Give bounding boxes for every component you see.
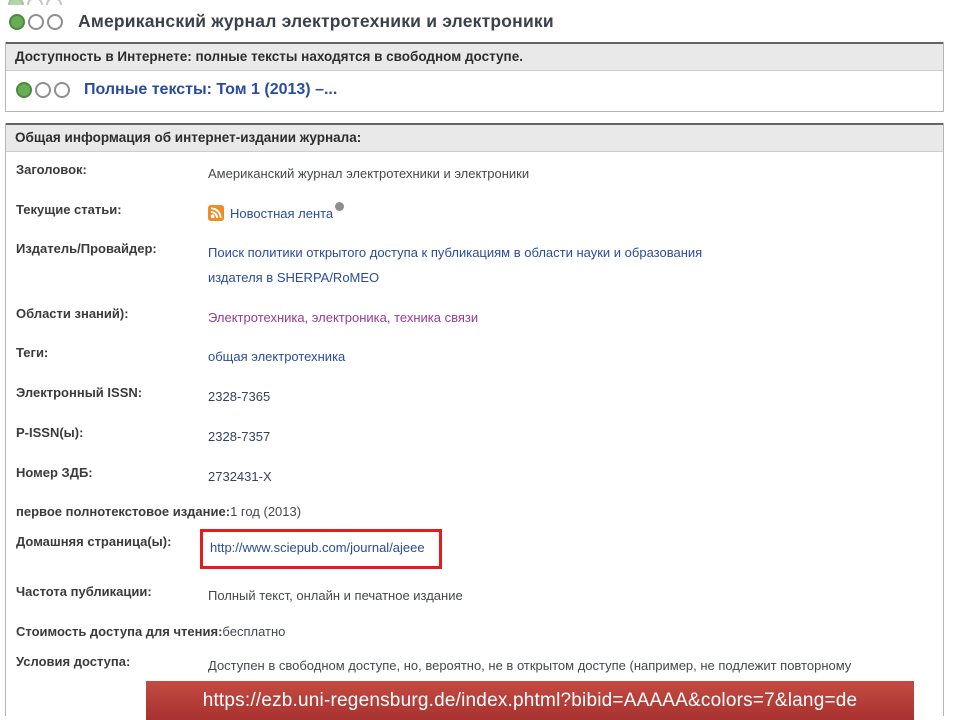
row-label: Области знаний):: [16, 305, 129, 321]
row-label: Стоимость доступа для чтения:: [16, 623, 223, 639]
availability-header: Доступность в Интернете: полные тексты н…: [6, 42, 943, 71]
row-value: Новостная лента: [208, 199, 345, 227]
row-value: 2328-7357: [208, 428, 271, 444]
row-label: Теги:: [16, 345, 49, 361]
row-label: Условия доступа:: [16, 653, 131, 669]
rss-feed-icon[interactable]: [208, 204, 224, 221]
row-label: Заголовок:: [16, 162, 87, 177]
cropped-traffic-light-icon: [8, 0, 88, 5]
yellow-light-icon: [27, 0, 43, 5]
row-label: Издатель/Провайдер:: [16, 241, 157, 257]
ezb-journal-detail-page: Американский журнал электротехники и эле…: [0, 0, 960, 720]
traffic-light-icon: [16, 82, 73, 98]
row-label: Домашняя страница(ы):: [16, 534, 172, 550]
page-title: Американский журнал электротехники и эле…: [78, 11, 554, 31]
row-value: 2732431-X: [208, 468, 272, 484]
row-label: Номер ЗДБ:: [16, 464, 93, 480]
row-label: первое полнотекстовое издание:: [16, 504, 231, 520]
availability-panel: Доступность в Интернете: полные тексты н…: [5, 42, 944, 112]
news-feed-link[interactable]: Новостная лента: [230, 206, 333, 221]
table-row-frequency: Частота публикации: Полный текст, онлайн…: [6, 576, 943, 616]
yellow-light-icon: [35, 82, 51, 98]
table-row-tags: Теги: общая электротехника: [6, 337, 943, 377]
annotation-highlight-box: http://www.sciepub.com/journal/ajeee: [200, 529, 442, 569]
journal-title-row: Американский журнал электротехники и эле…: [0, 0, 960, 32]
fulltext-volumes-link[interactable]: Полные тексты: Том 1 (2013) –...: [84, 81, 337, 99]
table-row-pissn: P-ISSN(ы): 2328-7357: [6, 417, 943, 457]
table-row-eissn: Электронный ISSN: 2328-7365: [6, 377, 943, 417]
row-value: Полный текст, онлайн и печатное издание: [208, 587, 463, 603]
table-row-homepage: Домашняя страница(ы): http://www.sciepub…: [6, 526, 943, 576]
info-panel-header: Общая информация об интернет-издании жур…: [6, 123, 943, 152]
homepage-link[interactable]: http://www.sciepub.com/journal/ajeee: [210, 540, 425, 555]
traffic-light-icon: [9, 13, 66, 30]
row-value: Электротехника, электроника, техника свя…: [208, 303, 478, 331]
row-label: Частота публикации:: [16, 583, 152, 599]
green-light-icon: [16, 82, 32, 98]
row-value: 2328-7365: [208, 389, 271, 405]
info-table: Заголовок: Американский журнал электроте…: [6, 152, 943, 716]
table-row-subjects: Области знаний): Электротехника, электро…: [6, 298, 943, 338]
red-light-icon: [54, 82, 70, 98]
row-value: Поиск политики открытого доступа к публи…: [208, 238, 713, 290]
footer-url-text: https://ezb.uni-regensburg.de/index.phtm…: [202, 689, 858, 711]
row-value: общая электротехника: [208, 342, 345, 370]
row-value: Американский журнал электротехники и эле…: [208, 166, 530, 181]
row-label: Текущие статьи:: [16, 201, 122, 217]
table-row-zdb-number: Номер ЗДБ: 2732431-X: [6, 457, 943, 497]
sherpa-romeo-link[interactable]: Поиск политики открытого доступа к публи…: [208, 245, 702, 285]
table-row-current-articles: Текущие статьи: Новостная лента: [6, 194, 943, 234]
green-light-icon: [8, 0, 24, 5]
info-panel: Общая информация об интернет-издании жур…: [5, 123, 944, 716]
row-label: P-ISSN(ы):: [16, 424, 84, 440]
red-light-icon: [46, 0, 62, 5]
table-row-publisher: Издатель/Провайдер: Поиск политики откры…: [6, 233, 943, 297]
subject-link[interactable]: Электротехника, электроника, техника свя…: [208, 310, 478, 325]
footer-url-bar: https://ezb.uni-regensburg.de/index.phtm…: [146, 681, 914, 720]
row-value: http://www.sciepub.com/journal/ajeee: [200, 529, 442, 569]
table-row-title: Заголовок: Американский журнал электроте…: [6, 154, 943, 194]
availability-body: Полные тексты: Том 1 (2013) –...: [6, 71, 943, 111]
row-label: Электронный ISSN:: [16, 385, 143, 401]
red-light-icon: [47, 13, 63, 30]
green-light-icon: [9, 13, 25, 30]
info-icon[interactable]: [335, 201, 345, 211]
table-row-reading-cost: Стоимость доступа для чтения: бесплатно: [6, 616, 943, 646]
yellow-light-icon: [28, 13, 44, 30]
row-value: 1 год (2013): [230, 504, 302, 520]
table-row-first-fulltext: первое полнотекстовое издание: 1 год (201…: [6, 496, 943, 526]
row-value: бесплатно: [222, 623, 286, 639]
tag-link[interactable]: общая электротехника: [208, 349, 345, 364]
